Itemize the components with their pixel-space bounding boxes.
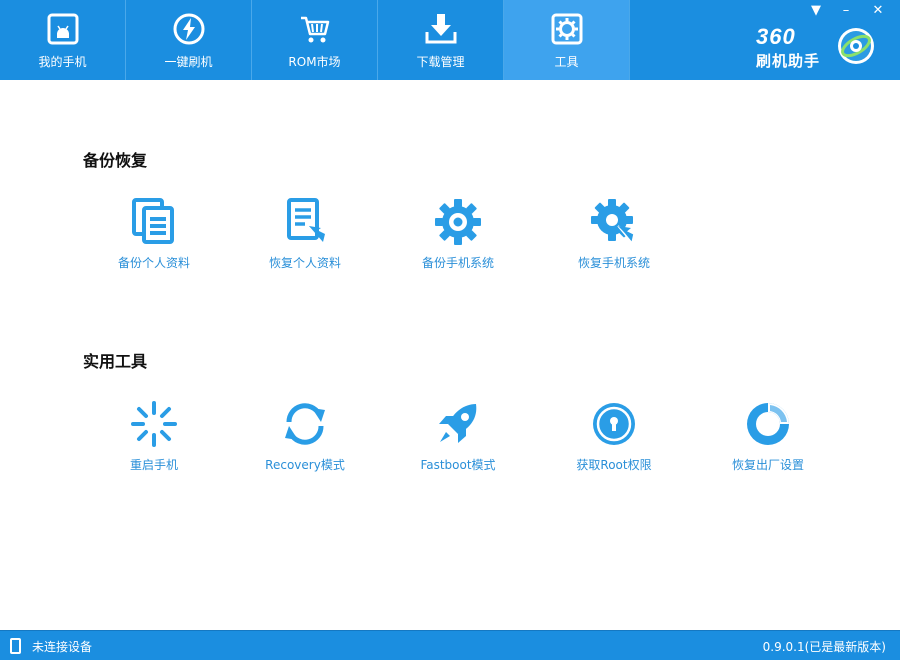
section-title-backup: 备份恢复 (83, 151, 148, 170)
tab-label: 下载管理 (416, 55, 465, 69)
android-phone-icon (47, 13, 78, 45)
tool-label: 备份个人资料 (117, 256, 190, 270)
restart-spinner-icon (131, 401, 177, 447)
refresh-icon (285, 403, 325, 445)
cart-icon (300, 16, 329, 43)
status-bar: 未连接设备 0.9.0.1(已是最新版本) (0, 630, 900, 660)
tool-label: Fastboot模式 (420, 458, 496, 472)
tool-label: 备份手机系统 (421, 256, 494, 270)
restore-gear-icon (591, 199, 635, 245)
backup-docs-icon (132, 198, 174, 244)
tool-label: 恢复出厂设置 (731, 458, 804, 472)
tool-label: 获取Root权限 (576, 458, 652, 472)
gear-icon (435, 199, 481, 245)
tab-my-phone[interactable]: 我的手机 (0, 0, 126, 80)
reset-ring-icon (747, 403, 789, 445)
tab-download-manager[interactable]: 下载管理 (378, 0, 504, 80)
tab-tools[interactable]: 工具 (504, 0, 630, 80)
download-icon (425, 14, 456, 44)
app-logo: 360 刷机助手 (752, 22, 882, 72)
tab-label: 一键刷机 (164, 55, 213, 69)
close-button[interactable]: ✕ (864, 0, 892, 22)
tool-label: 恢复个人资料 (268, 256, 341, 270)
recovery-mode-button[interactable]: Recovery模式 (240, 400, 370, 480)
backup-phone-system-button[interactable]: 备份手机系统 (393, 198, 523, 278)
logo-number: 360 (756, 24, 796, 49)
tab-one-click-flash[interactable]: 一键刷机 (126, 0, 252, 80)
phone-icon (10, 638, 21, 654)
toolbox-icon (551, 13, 582, 45)
connection-status: 未连接设备 (32, 640, 93, 654)
fastboot-mode-button[interactable]: Fastboot模式 (393, 400, 523, 480)
tab-label: 工具 (554, 55, 579, 69)
menu-button[interactable]: ▼ (802, 0, 830, 22)
top-navigation-bar: 我的手机 一键刷机 ROM市场 下载管理 工具 ▼ – ✕ 360 刷机助手 (0, 0, 900, 80)
restart-phone-button[interactable]: 重启手机 (89, 400, 219, 480)
tab-rom-market[interactable]: ROM市场 (252, 0, 378, 80)
tab-label: 我的手机 (38, 55, 87, 69)
tool-label: 重启手机 (129, 458, 178, 472)
section-title-tools: 实用工具 (83, 352, 148, 371)
flash-icon (173, 13, 204, 45)
version-text: 0.9.0.1(已是最新版本) (762, 640, 886, 654)
factory-reset-button[interactable]: 恢复出厂设置 (703, 400, 833, 480)
restore-phone-system-button[interactable]: 恢复手机系统 (549, 198, 679, 278)
tool-label: Recovery模式 (265, 458, 345, 472)
restore-docs-icon (287, 198, 325, 242)
tool-label: 恢复手机系统 (577, 256, 650, 270)
logo-emblem-icon (838, 28, 874, 64)
logo-name: 刷机助手 (756, 52, 821, 70)
minimize-button[interactable]: – (832, 0, 860, 22)
get-root-button[interactable]: 获取Root权限 (549, 400, 679, 480)
backup-personal-data-button[interactable]: 备份个人资料 (89, 198, 219, 278)
tab-label: ROM市场 (288, 55, 341, 69)
restore-personal-data-button[interactable]: 恢复个人资料 (240, 198, 370, 278)
rocket-icon (439, 404, 477, 443)
lock-icon (593, 403, 635, 445)
